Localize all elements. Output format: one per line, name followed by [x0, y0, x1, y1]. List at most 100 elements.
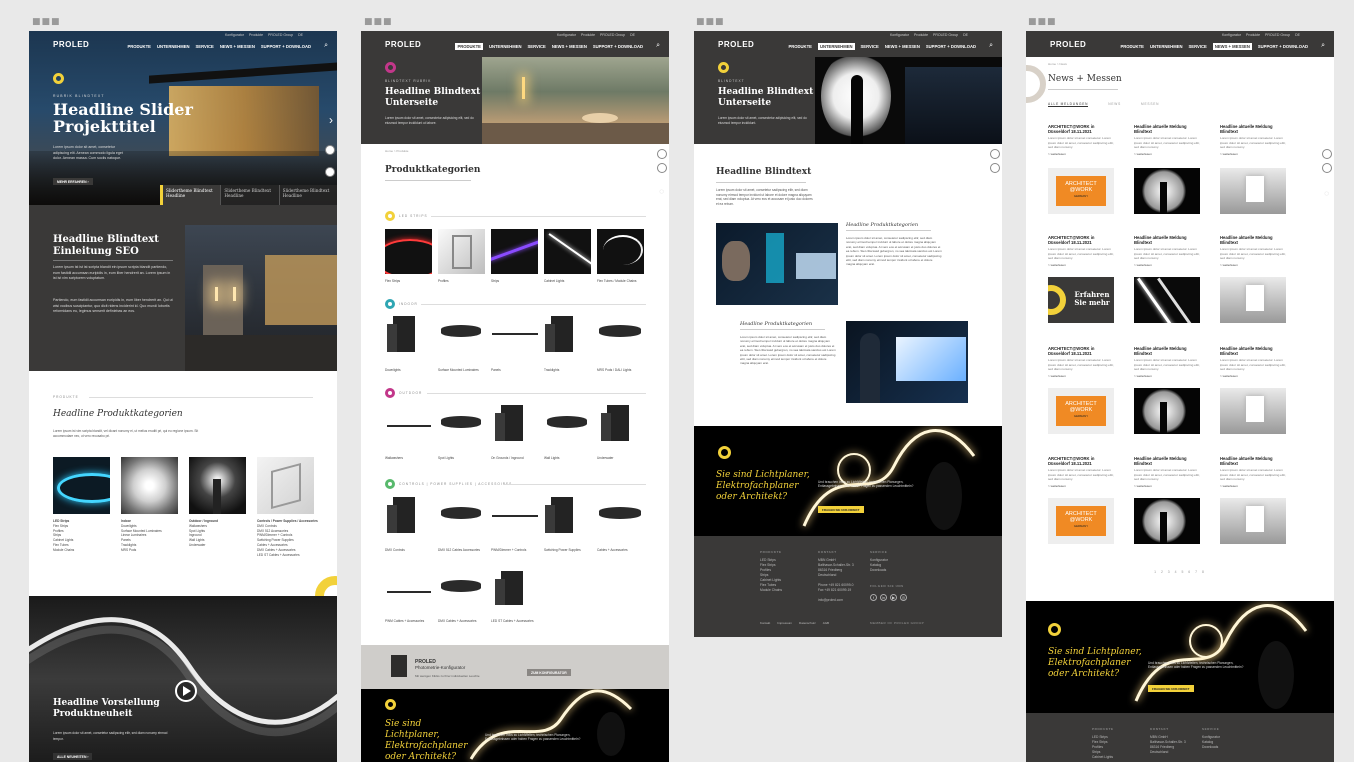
category-link[interactable]: Switching Power Supplies [257, 538, 294, 542]
footer-link[interactable]: Downloads [1202, 745, 1218, 749]
util-link[interactable]: PROLED Group [933, 33, 958, 37]
menu-item[interactable]: Service [861, 44, 879, 50]
logo[interactable]: PROLED [1050, 40, 1086, 49]
category-link[interactable]: Downlights [121, 524, 137, 528]
footer-link[interactable]: Downloads [870, 568, 886, 572]
footer-link[interactable]: Flex Tubes [760, 583, 776, 587]
product-thumb[interactable] [387, 591, 431, 593]
product-label[interactable]: On Grounds / Inground [491, 456, 524, 460]
product-label[interactable]: Flex Tubes / Module Chains [597, 279, 637, 283]
menu-item[interactable]: Service [528, 44, 546, 50]
pagination[interactable]: 1 2 3 4 5 6 7 8 [1026, 570, 1334, 574]
product-thumb[interactable] [491, 229, 538, 274]
news-card[interactable]: Headline aktuelle Meldung Blindtext Lorem… [1220, 124, 1286, 156]
read-more-link[interactable]: > weiterlesen [1134, 374, 1200, 378]
search-icon[interactable]: ⌕ [989, 42, 993, 50]
product-label[interactable]: PWM/Dimmer + Controls [491, 548, 526, 552]
menu-item[interactable]: Unternehmen [489, 44, 522, 50]
news-card[interactable]: Headline aktuelle Meldung Blindtext Lorem… [1220, 235, 1286, 267]
news-card[interactable]: Headline aktuelle Meldung Blindtext Lorem… [1134, 235, 1200, 267]
util-link[interactable]: Produkte [581, 33, 595, 37]
menu-item-active[interactable]: Produkte [455, 43, 483, 50]
news-image[interactable] [1220, 388, 1286, 434]
news-card[interactable]: Headline aktuelle Meldung Blindtext Lorem… [1220, 456, 1286, 488]
util-link[interactable]: Produkte [914, 33, 928, 37]
product-label[interactable]: Wall Lights [544, 456, 559, 460]
menu-item[interactable]: News + Messen [552, 44, 587, 50]
category-link[interactable]: Strips [53, 533, 61, 537]
category-image-indoor[interactable] [121, 457, 178, 514]
config-side-icon[interactable] [990, 149, 1000, 159]
category-link[interactable]: Cabinet Lights [53, 538, 73, 542]
legal-link[interactable]: Impressum [777, 621, 792, 625]
menu-item[interactable]: News + Messen [885, 44, 920, 50]
news-image-architect-at-work[interactable]: ARCHITECT @WORK GERMANY [1048, 168, 1114, 214]
product-label[interactable]: DMX 512 Cables Accessories [438, 548, 480, 552]
product-label[interactable]: Underwater [597, 456, 613, 460]
legal-link[interactable]: Kontakt [760, 621, 770, 625]
search-icon[interactable]: ⌕ [324, 42, 328, 50]
product-label[interactable]: Cabinet Lights [544, 279, 564, 283]
product-label[interactable]: LED ST Cables + Accessories [491, 619, 534, 623]
product-label[interactable]: DMX Controls [385, 548, 405, 552]
footer-link[interactable]: Strips [760, 573, 768, 577]
hero-more-button[interactable]: MEHR ERFAHREN › [53, 178, 93, 185]
chat-side-icon[interactable] [990, 163, 1000, 173]
category-link[interactable]: DMX 512 Accessories [257, 529, 288, 533]
news-image[interactable] [1134, 277, 1200, 323]
footer-link[interactable]: Module Chains [760, 588, 782, 592]
footer-link[interactable]: LED Strips [760, 558, 776, 562]
read-more-link[interactable]: > weiterlesen [1048, 484, 1114, 488]
util-link[interactable]: Konfigurator [557, 33, 576, 37]
logo[interactable]: PROLED [718, 40, 754, 49]
category-name[interactable]: Outdoor / Inground [189, 519, 218, 523]
menu-item[interactable]: Unternehmen [1150, 44, 1183, 50]
product-label[interactable]: Strips [491, 279, 499, 283]
product-thumb[interactable] [441, 416, 481, 428]
product-thumb[interactable] [492, 333, 538, 335]
facebook-icon[interactable]: f [870, 594, 877, 601]
linkedin-icon[interactable]: in [880, 594, 887, 601]
footer-link[interactable]: Flex Strips [1092, 740, 1108, 744]
product-label[interactable]: Downlights [385, 368, 401, 372]
search-icon[interactable]: ⌕ [656, 42, 660, 50]
product-label[interactable]: Surface Mounted Luminaires [438, 368, 479, 372]
product-label[interactable]: Switching Power Supplies [544, 548, 581, 552]
category-link[interactable]: Profiles [53, 529, 64, 533]
menu-item[interactable]: Support + Download [926, 44, 976, 50]
product-label[interactable]: Flex Strips [385, 279, 400, 283]
menu-item-active[interactable]: Unternehmen [817, 43, 855, 50]
chat-side-icon[interactable] [657, 163, 667, 173]
read-more-link[interactable]: > weiterlesen [1134, 152, 1200, 156]
category-image-controls[interactable] [257, 457, 314, 514]
news-card[interactable]: Headline aktuelle Meldung Blindtext Lorem… [1134, 456, 1200, 488]
tab-all[interactable]: ALLE MELDUNGEN [1048, 102, 1089, 107]
product-thumb[interactable] [441, 325, 481, 337]
logo[interactable]: PROLED [385, 40, 421, 49]
util-link[interactable]: Konfigurator [890, 33, 909, 37]
category-link[interactable]: PWM/Dimmer + Controls [257, 533, 292, 537]
menu-item[interactable]: Produkte [1120, 44, 1144, 50]
news-card[interactable]: ARCHITECT@WORK in Düsseldorf 18.11.2021 L… [1048, 346, 1114, 378]
category-link[interactable]: Inground [189, 533, 202, 537]
breadcrumb[interactable]: Home > Produkte [385, 149, 408, 153]
category-link[interactable]: Wallwashers [189, 524, 207, 528]
category-link[interactable]: Flex Tubes [53, 543, 69, 547]
util-link[interactable]: Konfigurator [225, 33, 244, 37]
news-card[interactable]: Headline aktuelle Meldung Blindtext Lorem… [1134, 346, 1200, 378]
news-image[interactable] [1134, 168, 1200, 214]
read-more-link[interactable]: > weiterlesen [1134, 263, 1200, 267]
category-link[interactable]: Panels [121, 538, 131, 542]
menu-item[interactable]: Unternehmen [157, 44, 190, 49]
product-thumb[interactable] [441, 507, 481, 519]
footer-link[interactable]: Katalog [870, 563, 881, 567]
slider-tab[interactable]: Slidertheme Blindtext Headline [220, 185, 279, 205]
news-card[interactable]: Headline aktuelle Meldung Blindtext Lorem… [1220, 346, 1286, 378]
footer-link[interactable]: Konfigurator [1202, 735, 1220, 739]
cta-button[interactable]: FRAGEN SIE UNS DIREKT [818, 506, 864, 513]
product-thumb[interactable] [547, 416, 587, 428]
product-thumb[interactable] [492, 515, 538, 517]
util-link[interactable]: DE [1295, 33, 1300, 37]
breadcrumb[interactable]: Home > News [1048, 62, 1067, 66]
product-thumb[interactable] [599, 507, 641, 519]
